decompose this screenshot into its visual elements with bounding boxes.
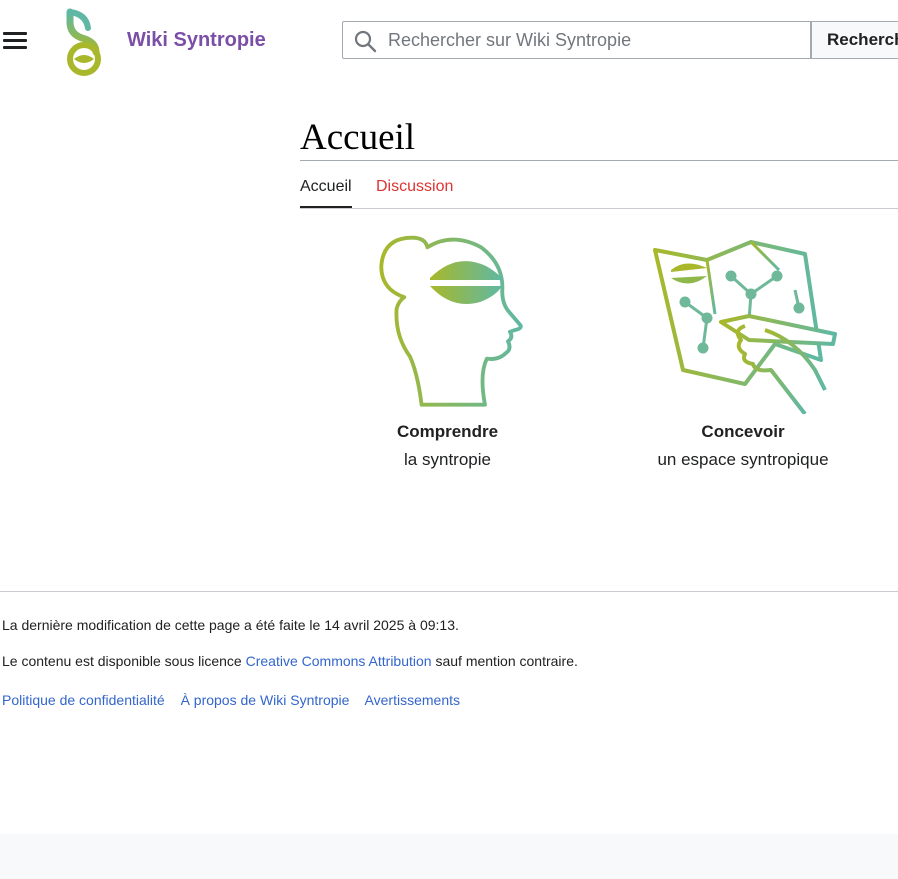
card-subtitle: la syntropie [404, 450, 491, 469]
footer-link-privacy[interactable]: Politique de confidentialité [2, 692, 165, 708]
footer-link-disclaimers[interactable]: Avertissements [365, 692, 460, 708]
tab-accueil[interactable]: Accueil [300, 176, 352, 208]
card-title: Concevoir [701, 422, 785, 441]
license-link[interactable]: Creative Commons Attribution [246, 653, 432, 669]
page-title: Accueil [300, 117, 416, 158]
card-comprendre[interactable]: Comprendre la syntropie [355, 230, 540, 470]
footer-link-about[interactable]: À propos de Wiki Syntropie [181, 692, 350, 708]
site-title-link[interactable]: Wiki Syntropie [127, 29, 266, 52]
search-box[interactable] [342, 21, 811, 59]
page-bottom-band [0, 834, 898, 879]
tab-discussion[interactable]: Discussion [376, 176, 453, 198]
footer-links: Politique de confidentialité À propos de… [2, 692, 472, 708]
title-divider [300, 160, 898, 161]
footer-last-modified: La dernière modification de cette page a… [2, 617, 459, 633]
site-logo-icon[interactable] [60, 8, 108, 76]
main-menu-button[interactable] [2, 30, 28, 52]
page-tabs: Accueil Discussion [300, 176, 898, 209]
footer-license: Le contenu est disponible sous licence C… [2, 653, 578, 669]
card-concevoir[interactable]: Concevoir un espace syntropique [640, 230, 846, 470]
license-prefix: Le contenu est disponible sous licence [2, 653, 246, 669]
search-submit-button[interactable]: Rechercher [811, 21, 898, 59]
header: Wiki Syntropie Rechercher [0, 0, 898, 84]
license-suffix: sauf mention contraire. [431, 653, 578, 669]
hand-drawing-map-icon [653, 240, 837, 414]
card-subtitle: un espace syntropique [657, 450, 829, 469]
head-with-seed-icon [378, 235, 523, 407]
search-icon [354, 30, 377, 53]
card-title: Comprendre [396, 422, 499, 441]
search-input[interactable] [388, 22, 803, 58]
footer-divider [0, 591, 898, 592]
tabs-divider [300, 208, 898, 209]
